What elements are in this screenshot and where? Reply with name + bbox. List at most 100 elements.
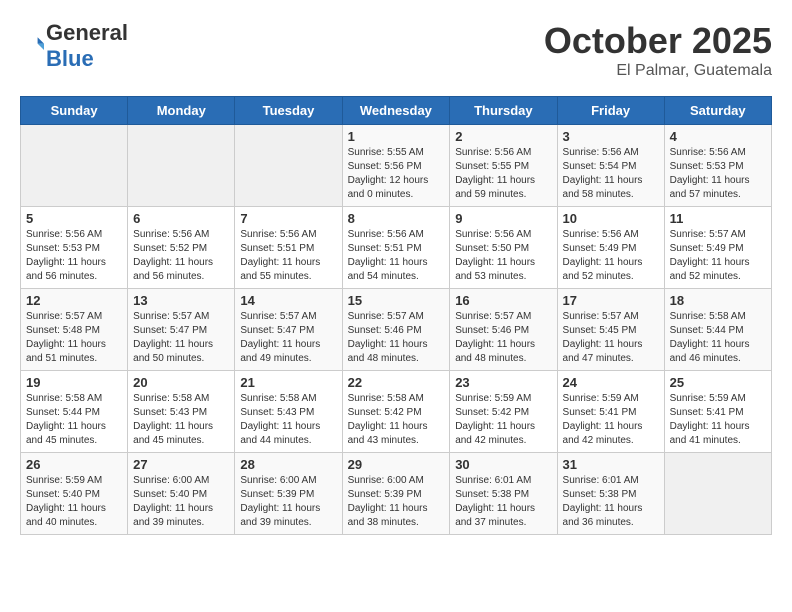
calendar-cell: 21 Sunrise: 5:58 AMSunset: 5:43 PMDayligh… bbox=[235, 371, 342, 453]
day-info: Sunrise: 5:58 AMSunset: 5:43 PMDaylight:… bbox=[133, 392, 229, 448]
day-info: Sunrise: 5:59 AMSunset: 5:40 PMDaylight:… bbox=[26, 474, 122, 530]
day-number: 2 bbox=[455, 129, 551, 144]
day-info: Sunrise: 5:56 AMSunset: 5:53 PMDaylight:… bbox=[670, 146, 766, 202]
calendar-cell: 20 Sunrise: 5:58 AMSunset: 5:43 PMDayligh… bbox=[128, 371, 235, 453]
logo-icon bbox=[20, 34, 44, 58]
logo-text: General Blue bbox=[46, 20, 128, 73]
logo: General Blue bbox=[20, 20, 128, 73]
day-number: 1 bbox=[348, 129, 445, 144]
page-header: General Blue October 2025 El Palmar, Gua… bbox=[20, 20, 772, 80]
day-info: Sunrise: 5:57 AMSunset: 5:46 PMDaylight:… bbox=[348, 310, 445, 366]
day-info: Sunrise: 5:59 AMSunset: 5:41 PMDaylight:… bbox=[563, 392, 659, 448]
calendar-header-monday: Monday bbox=[128, 97, 235, 125]
day-info: Sunrise: 5:56 AMSunset: 5:51 PMDaylight:… bbox=[240, 228, 336, 284]
calendar-header-sunday: Sunday bbox=[21, 97, 128, 125]
calendar-cell: 19 Sunrise: 5:58 AMSunset: 5:44 PMDayligh… bbox=[21, 371, 128, 453]
calendar-cell: 8Sunrise: 5:56 AMSunset: 5:51 PMDaylight… bbox=[342, 207, 450, 289]
calendar-cell bbox=[21, 125, 128, 207]
day-info: Sunrise: 6:01 AMSunset: 5:38 PMDaylight:… bbox=[563, 474, 659, 530]
day-number: 29 bbox=[348, 457, 445, 472]
day-number: 21 bbox=[240, 375, 336, 390]
day-number: 9 bbox=[455, 211, 551, 226]
calendar-cell: 31 Sunrise: 6:01 AMSunset: 5:38 PMDayligh… bbox=[557, 453, 664, 535]
calendar-cell: 29 Sunrise: 6:00 AMSunset: 5:39 PMDayligh… bbox=[342, 453, 450, 535]
calendar-cell: 5 Sunrise: 5:56 AMSunset: 5:53 PMDaylight… bbox=[21, 207, 128, 289]
day-number: 25 bbox=[670, 375, 766, 390]
day-number: 11 bbox=[670, 211, 766, 226]
day-number: 20 bbox=[133, 375, 229, 390]
calendar-cell: 26 Sunrise: 5:59 AMSunset: 5:40 PMDayligh… bbox=[21, 453, 128, 535]
day-info: Sunrise: 5:57 AMSunset: 5:48 PMDaylight:… bbox=[26, 310, 122, 366]
calendar-cell: 13Sunrise: 5:57 AMSunset: 5:47 PMDayligh… bbox=[128, 289, 235, 371]
day-info: Sunrise: 5:59 AMSunset: 5:41 PMDaylight:… bbox=[670, 392, 766, 448]
location: El Palmar, Guatemala bbox=[544, 62, 772, 80]
day-number: 10 bbox=[563, 211, 659, 226]
calendar-cell: 30Sunrise: 6:01 AMSunset: 5:38 PMDayligh… bbox=[450, 453, 557, 535]
logo-general: General bbox=[46, 20, 128, 45]
calendar-header-friday: Friday bbox=[557, 97, 664, 125]
day-number: 28 bbox=[240, 457, 336, 472]
day-number: 24 bbox=[563, 375, 659, 390]
calendar-cell: 4 Sunrise: 5:56 AMSunset: 5:53 PMDaylight… bbox=[664, 125, 771, 207]
day-info: Sunrise: 5:59 AMSunset: 5:42 PMDaylight:… bbox=[455, 392, 551, 448]
day-number: 27 bbox=[133, 457, 229, 472]
day-number: 17 bbox=[563, 293, 659, 308]
calendar-cell: 1Sunrise: 5:55 AMSunset: 5:56 PMDaylight… bbox=[342, 125, 450, 207]
day-info: Sunrise: 5:58 AMSunset: 5:43 PMDaylight:… bbox=[240, 392, 336, 448]
day-info: Sunrise: 5:58 AMSunset: 5:42 PMDaylight:… bbox=[348, 392, 445, 448]
day-number: 22 bbox=[348, 375, 445, 390]
day-number: 16 bbox=[455, 293, 551, 308]
calendar-cell: 16 Sunrise: 5:57 AMSunset: 5:46 PMDayligh… bbox=[450, 289, 557, 371]
day-number: 5 bbox=[26, 211, 122, 226]
calendar-week-1: 1Sunrise: 5:55 AMSunset: 5:56 PMDaylight… bbox=[21, 125, 772, 207]
calendar-header-wednesday: Wednesday bbox=[342, 97, 450, 125]
day-info: Sunrise: 5:56 AMSunset: 5:55 PMDaylight:… bbox=[455, 146, 551, 202]
calendar-header-saturday: Saturday bbox=[664, 97, 771, 125]
day-info: Sunrise: 5:56 AMSunset: 5:53 PMDaylight:… bbox=[26, 228, 122, 284]
calendar-cell: 18 Sunrise: 5:58 AMSunset: 5:44 PMDayligh… bbox=[664, 289, 771, 371]
calendar-header-thursday: Thursday bbox=[450, 97, 557, 125]
day-info: Sunrise: 5:57 AMSunset: 5:46 PMDaylight:… bbox=[455, 310, 551, 366]
day-number: 7 bbox=[240, 211, 336, 226]
day-info: Sunrise: 5:57 AMSunset: 5:49 PMDaylight:… bbox=[670, 228, 766, 284]
calendar-cell: 15 Sunrise: 5:57 AMSunset: 5:46 PMDayligh… bbox=[342, 289, 450, 371]
calendar-cell: 7 Sunrise: 5:56 AMSunset: 5:51 PMDaylight… bbox=[235, 207, 342, 289]
title-block: October 2025 El Palmar, Guatemala bbox=[544, 20, 772, 80]
day-info: Sunrise: 5:56 AMSunset: 5:50 PMDaylight:… bbox=[455, 228, 551, 284]
calendar-week-3: 12Sunrise: 5:57 AMSunset: 5:48 PMDayligh… bbox=[21, 289, 772, 371]
day-info: Sunrise: 5:58 AMSunset: 5:44 PMDaylight:… bbox=[670, 310, 766, 366]
calendar-cell: 23 Sunrise: 5:59 AMSunset: 5:42 PMDayligh… bbox=[450, 371, 557, 453]
day-info: Sunrise: 5:57 AMSunset: 5:45 PMDaylight:… bbox=[563, 310, 659, 366]
day-number: 31 bbox=[563, 457, 659, 472]
calendar-week-2: 5 Sunrise: 5:56 AMSunset: 5:53 PMDaylight… bbox=[21, 207, 772, 289]
day-number: 26 bbox=[26, 457, 122, 472]
calendar-cell bbox=[235, 125, 342, 207]
calendar-cell: 28Sunrise: 6:00 AMSunset: 5:39 PMDayligh… bbox=[235, 453, 342, 535]
day-info: Sunrise: 6:00 AMSunset: 5:39 PMDaylight:… bbox=[348, 474, 445, 530]
day-number: 8 bbox=[348, 211, 445, 226]
calendar-cell: 3Sunrise: 5:56 AMSunset: 5:54 PMDaylight… bbox=[557, 125, 664, 207]
day-number: 19 bbox=[26, 375, 122, 390]
calendar-cell: 17 Sunrise: 5:57 AMSunset: 5:45 PMDayligh… bbox=[557, 289, 664, 371]
day-info: Sunrise: 6:00 AMSunset: 5:40 PMDaylight:… bbox=[133, 474, 229, 530]
day-number: 14 bbox=[240, 293, 336, 308]
calendar-cell: 24 Sunrise: 5:59 AMSunset: 5:41 PMDayligh… bbox=[557, 371, 664, 453]
day-info: Sunrise: 5:57 AMSunset: 5:47 PMDaylight:… bbox=[133, 310, 229, 366]
day-info: Sunrise: 6:01 AMSunset: 5:38 PMDaylight:… bbox=[455, 474, 551, 530]
day-info: Sunrise: 5:56 AMSunset: 5:49 PMDaylight:… bbox=[563, 228, 659, 284]
day-number: 3 bbox=[563, 129, 659, 144]
day-number: 4 bbox=[670, 129, 766, 144]
calendar-week-4: 19 Sunrise: 5:58 AMSunset: 5:44 PMDayligh… bbox=[21, 371, 772, 453]
calendar-cell bbox=[128, 125, 235, 207]
calendar-cell: 25 Sunrise: 5:59 AMSunset: 5:41 PMDayligh… bbox=[664, 371, 771, 453]
calendar-header-row: SundayMondayTuesdayWednesdayThursdayFrid… bbox=[21, 97, 772, 125]
calendar-cell: 2 Sunrise: 5:56 AMSunset: 5:55 PMDaylight… bbox=[450, 125, 557, 207]
day-info: Sunrise: 5:57 AMSunset: 5:47 PMDaylight:… bbox=[240, 310, 336, 366]
day-number: 15 bbox=[348, 293, 445, 308]
calendar-cell bbox=[664, 453, 771, 535]
day-number: 18 bbox=[670, 293, 766, 308]
calendar-cell: 9 Sunrise: 5:56 AMSunset: 5:50 PMDaylight… bbox=[450, 207, 557, 289]
calendar-cell: 22 Sunrise: 5:58 AMSunset: 5:42 PMDayligh… bbox=[342, 371, 450, 453]
day-number: 23 bbox=[455, 375, 551, 390]
day-info: Sunrise: 5:58 AMSunset: 5:44 PMDaylight:… bbox=[26, 392, 122, 448]
